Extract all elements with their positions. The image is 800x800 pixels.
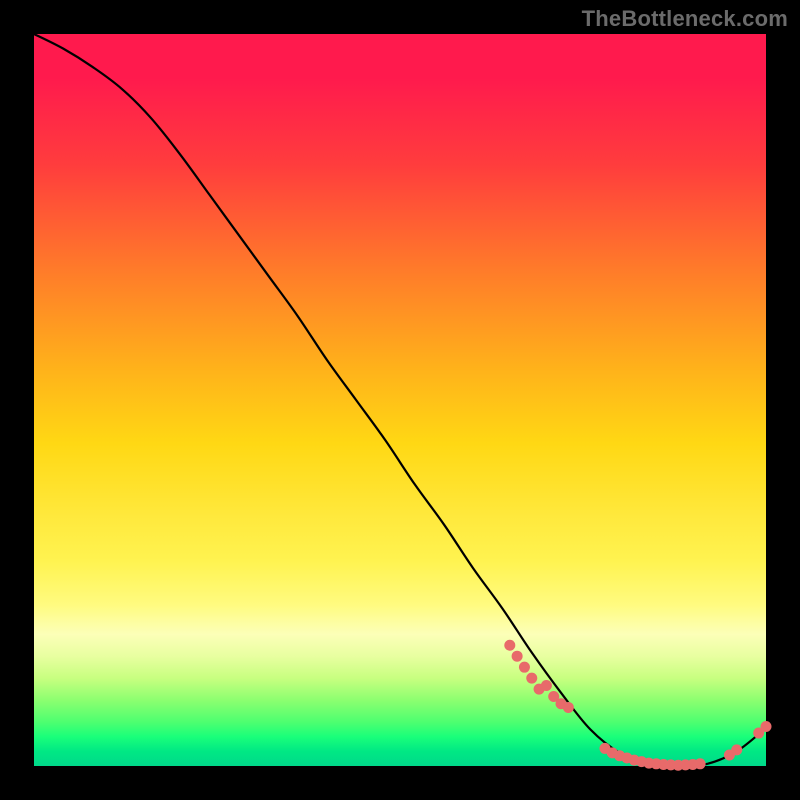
chart-stage: TheBottleneck.com	[0, 0, 800, 800]
data-markers-group	[504, 640, 771, 771]
marker-left-cluster-1	[504, 640, 515, 651]
bottleneck-curve	[34, 34, 766, 766]
marker-left-cluster-5b	[541, 680, 552, 691]
chart-overlay-svg	[34, 34, 766, 766]
marker-left-cluster-8	[563, 702, 574, 713]
marker-right-end-2	[761, 721, 772, 732]
marker-right-rise-2	[731, 744, 742, 755]
watermark-text: TheBottleneck.com	[582, 6, 788, 32]
marker-left-cluster-2	[512, 651, 523, 662]
marker-bottom-14	[695, 758, 706, 769]
marker-left-cluster-4	[526, 673, 537, 684]
marker-left-cluster-3	[519, 662, 530, 673]
